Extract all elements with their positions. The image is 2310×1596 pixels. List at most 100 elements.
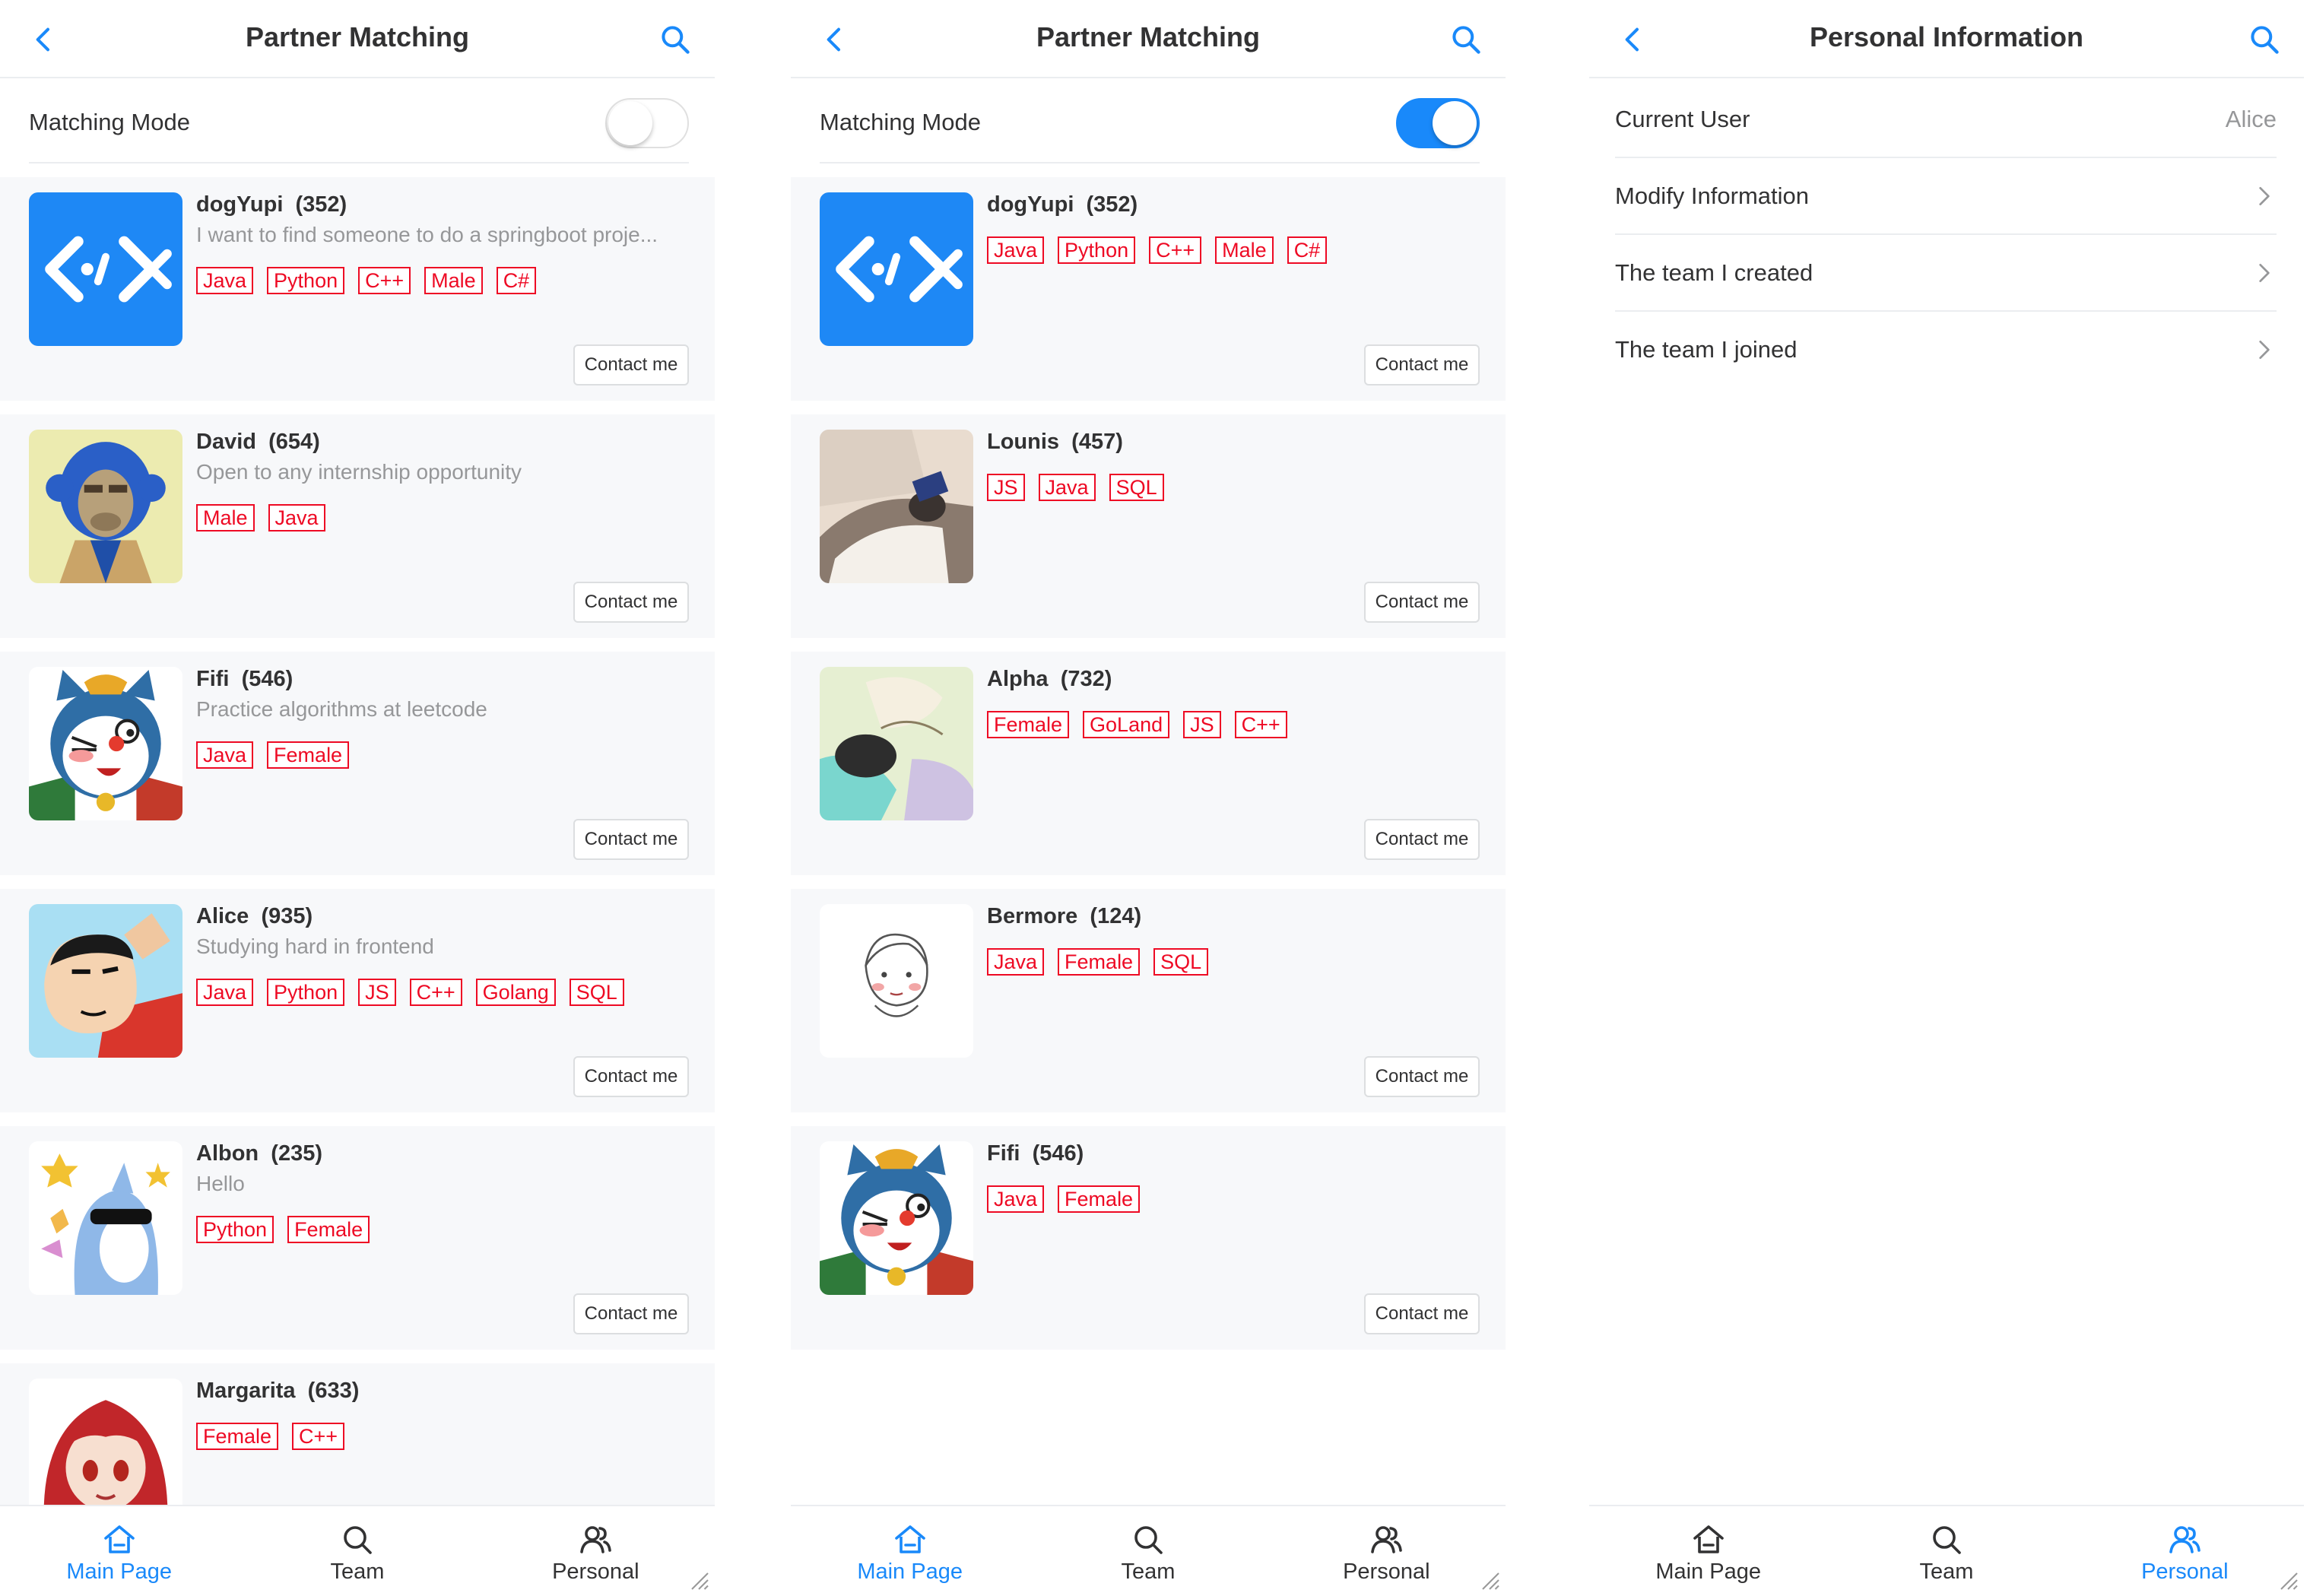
tag: Java bbox=[987, 948, 1045, 976]
modify-information-cell[interactable]: Modify Information bbox=[1615, 158, 2277, 235]
tag: Java bbox=[987, 1185, 1045, 1213]
user-card[interactable]: Bermore (124) Java Female SQL Contact me bbox=[791, 889, 1506, 1112]
user-card[interactable]: Albon (235) Hello Python Female Contact m… bbox=[0, 1126, 715, 1350]
tab-main-page[interactable]: Main Page bbox=[1589, 1506, 1827, 1596]
tag: SQL bbox=[1153, 948, 1209, 976]
back-arrow-icon[interactable] bbox=[1618, 24, 1648, 55]
user-card[interactable]: Lounis (457) JS Java SQL Contact me bbox=[791, 414, 1506, 638]
tag-list: Java Female bbox=[196, 741, 350, 769]
tab-personal[interactable]: Personal bbox=[477, 1506, 715, 1596]
search-icon[interactable] bbox=[2248, 23, 2281, 56]
cartoon-boy-avatar bbox=[29, 904, 182, 1058]
matching-mode-row: Matching Mode bbox=[0, 80, 715, 163]
page-title: Partner Matching bbox=[1036, 21, 1261, 52]
resize-grip-icon[interactable] bbox=[1478, 1569, 1501, 1591]
nav-bar: Personal Information bbox=[1589, 0, 2304, 78]
user-name: Fifi bbox=[196, 667, 230, 691]
user-name: David bbox=[196, 430, 256, 454]
user-card[interactable]: Fifi (546) Java Female Contact me bbox=[791, 1126, 1506, 1350]
friends-icon bbox=[1371, 1526, 1403, 1553]
matching-mode-switch[interactable] bbox=[1396, 98, 1480, 148]
user-name: dogYupi bbox=[987, 192, 1074, 217]
contact-me-button[interactable]: Contact me bbox=[573, 819, 689, 860]
cat-robot-avatar bbox=[820, 1141, 973, 1295]
user-name: Alpha bbox=[987, 667, 1049, 691]
sketch-girl-avatar bbox=[820, 904, 973, 1058]
tab-personal[interactable]: Personal bbox=[1268, 1506, 1506, 1596]
user-name: Lounis bbox=[987, 430, 1060, 454]
tab-bar: Main Page Team Personal bbox=[1589, 1505, 2304, 1596]
tag-list: Female GoLand JS C++ bbox=[987, 711, 1287, 738]
tab-personal[interactable]: Personal bbox=[2066, 1506, 2304, 1596]
tab-bar: Main Page Team Personal bbox=[0, 1505, 715, 1596]
team-created-cell[interactable]: The team I created bbox=[1615, 235, 2277, 312]
contact-me-button[interactable]: Contact me bbox=[573, 344, 689, 386]
user-name: Albon bbox=[196, 1141, 259, 1166]
tag: Golang bbox=[475, 979, 556, 1006]
watercolor-avatar bbox=[820, 667, 973, 820]
user-title: Albon (235) bbox=[196, 1141, 322, 1166]
contact-me-button[interactable]: Contact me bbox=[1364, 819, 1480, 860]
screen-main-matching-on: Partner Matching Matching Mode dogYupi (… bbox=[791, 0, 1506, 1596]
user-card[interactable]: dogYupi (352) I want to find someone to … bbox=[0, 177, 715, 401]
tag: Java bbox=[268, 504, 325, 531]
tab-team[interactable]: Team bbox=[1029, 1506, 1267, 1596]
tag: C++ bbox=[292, 1423, 345, 1450]
tag: Female bbox=[287, 1216, 370, 1243]
user-card[interactable]: dogYupi (352) Java Python C++ Male C# Contac… bbox=[791, 177, 1506, 401]
user-card[interactable]: Fifi (546) Practice algorithms at leetco… bbox=[0, 652, 715, 875]
resize-grip-icon[interactable] bbox=[687, 1569, 710, 1591]
search-icon[interactable] bbox=[1449, 23, 1483, 56]
cell-label: Current User bbox=[1615, 106, 1750, 132]
tag: C# bbox=[496, 267, 537, 294]
tag-list: Java Python JS C++ Golang SQL bbox=[196, 979, 624, 1006]
matching-mode-switch[interactable] bbox=[605, 98, 689, 148]
contact-me-button[interactable]: Contact me bbox=[573, 1293, 689, 1334]
tab-label: Personal bbox=[2141, 1560, 2229, 1584]
contact-me-button[interactable]: Contact me bbox=[573, 1056, 689, 1097]
screen-personal-information: Personal Information Current User Alice … bbox=[1589, 0, 2304, 1596]
user-id: (935) bbox=[261, 904, 313, 928]
tab-team[interactable]: Team bbox=[238, 1506, 476, 1596]
tag-list: Female C++ bbox=[196, 1423, 345, 1450]
tag: C++ bbox=[409, 979, 462, 1006]
page-title: Personal Information bbox=[1809, 21, 2084, 52]
tag: Female bbox=[987, 711, 1070, 738]
team-joined-cell[interactable]: The team I joined bbox=[1615, 312, 2277, 389]
back-arrow-icon[interactable] bbox=[820, 24, 850, 55]
tab-main-page[interactable]: Main Page bbox=[0, 1506, 238, 1596]
switch-knob bbox=[1433, 101, 1477, 145]
back-arrow-icon[interactable] bbox=[29, 24, 59, 55]
tag-list: JS Java SQL bbox=[987, 474, 1164, 501]
home-icon bbox=[894, 1525, 925, 1553]
friends-icon bbox=[580, 1526, 612, 1553]
search-icon[interactable] bbox=[658, 23, 692, 56]
home-icon bbox=[1693, 1525, 1724, 1553]
tab-label: Main Page bbox=[1655, 1560, 1761, 1584]
user-title: Margarita (633) bbox=[196, 1379, 359, 1404]
tag: Female bbox=[1058, 948, 1141, 976]
contact-me-button[interactable]: Contact me bbox=[1364, 1056, 1480, 1097]
user-title: dogYupi (352) bbox=[196, 192, 347, 217]
user-title: dogYupi (352) bbox=[987, 192, 1138, 217]
user-card[interactable]: David (654) Open to any internship oppor… bbox=[0, 414, 715, 638]
code-logo-avatar bbox=[820, 192, 973, 346]
user-description: Open to any internship opportunity bbox=[196, 460, 522, 484]
user-card[interactable]: Alpha (732) Female GoLand JS C++ Contact me bbox=[791, 652, 1506, 875]
contact-me-button[interactable]: Contact me bbox=[1364, 344, 1480, 386]
contact-me-button[interactable]: Contact me bbox=[1364, 1293, 1480, 1334]
tag: Python bbox=[267, 979, 345, 1006]
tag: Java bbox=[987, 236, 1045, 264]
user-card[interactable]: Alice (935) Studying hard in frontend Ja… bbox=[0, 889, 715, 1112]
user-id: (352) bbox=[295, 192, 347, 217]
tab-label: Team bbox=[1121, 1560, 1176, 1584]
user-id: (546) bbox=[241, 667, 294, 691]
user-id: (457) bbox=[1071, 430, 1123, 454]
tab-label: Personal bbox=[552, 1560, 639, 1584]
contact-me-button[interactable]: Contact me bbox=[1364, 582, 1480, 623]
tab-main-page[interactable]: Main Page bbox=[791, 1506, 1029, 1596]
tab-team[interactable]: Team bbox=[1827, 1506, 2065, 1596]
cell-label: The team I joined bbox=[1615, 336, 1798, 363]
contact-me-button[interactable]: Contact me bbox=[573, 582, 689, 623]
resize-grip-icon[interactable] bbox=[2277, 1569, 2299, 1591]
